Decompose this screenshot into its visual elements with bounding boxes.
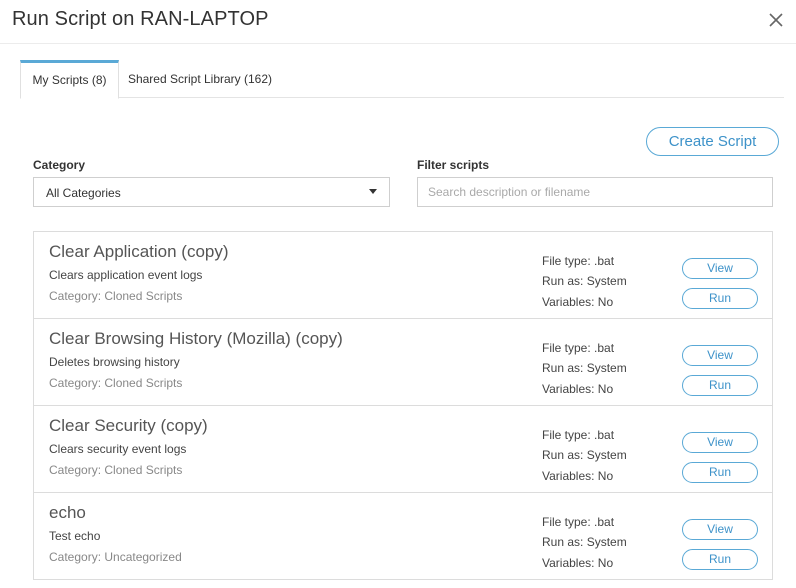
run-button[interactable]: Run (682, 375, 758, 396)
tab-shared-script-library[interactable]: Shared Script Library (162) (126, 60, 274, 98)
script-item: Clear Security (copy) Clears security ev… (34, 406, 772, 493)
view-button[interactable]: View (682, 519, 758, 540)
close-icon[interactable] (764, 8, 788, 32)
script-run-as: Run as: System (542, 448, 627, 462)
filter-scripts-label: Filter scripts (417, 158, 490, 172)
script-name: Clear Application (copy) (49, 242, 229, 261)
chevron-down-icon (369, 189, 377, 194)
script-file-type: File type: .bat (542, 341, 615, 355)
script-item: Clear Application (copy) Clears applicat… (34, 232, 772, 319)
script-file-type: File type: .bat (542, 515, 615, 529)
script-run-as: Run as: System (542, 361, 627, 375)
script-variables: Variables: No (542, 556, 614, 570)
category-label: Category (33, 158, 86, 172)
script-file-type: File type: .bat (542, 428, 615, 442)
script-run-as: Run as: System (542, 274, 627, 288)
tab-my-scripts[interactable]: My Scripts (8) (20, 60, 119, 99)
script-category: Category: Cloned Scripts (49, 463, 183, 477)
view-button[interactable]: View (682, 345, 758, 366)
script-name: Clear Browsing History (Mozilla) (copy) (49, 329, 343, 348)
view-button[interactable]: View (682, 258, 758, 279)
script-category: Category: Cloned Scripts (49, 376, 183, 390)
create-script-button[interactable]: Create Script (646, 127, 779, 156)
category-select-value: All Categories (46, 186, 121, 200)
script-file-type: File type: .bat (542, 254, 615, 268)
tab-bar: My Scripts (8) Shared Script Library (16… (20, 60, 784, 99)
script-variables: Variables: No (542, 295, 614, 309)
dialog-header: Run Script on RAN-LAPTOP (0, 0, 796, 44)
script-description: Test echo (49, 529, 101, 543)
filter-scripts-input[interactable] (417, 177, 773, 207)
run-button[interactable]: Run (682, 288, 758, 309)
category-select[interactable]: All Categories (33, 177, 390, 207)
script-item: echo Test echo Category: Uncategorized F… (34, 493, 772, 580)
script-name: echo (49, 503, 86, 522)
script-name: Clear Security (copy) (49, 416, 208, 435)
script-description: Clears security event logs (49, 442, 187, 456)
script-category: Category: Uncategorized (49, 550, 182, 564)
script-variables: Variables: No (542, 382, 614, 396)
view-button[interactable]: View (682, 432, 758, 453)
script-category: Category: Cloned Scripts (49, 289, 183, 303)
run-button[interactable]: Run (682, 549, 758, 570)
script-variables: Variables: No (542, 469, 614, 483)
dialog-title: Run Script on RAN-LAPTOP (12, 8, 269, 30)
script-description: Deletes browsing history (49, 355, 180, 369)
script-item: Clear Browsing History (Mozilla) (copy) … (34, 319, 772, 406)
run-button[interactable]: Run (682, 462, 758, 483)
script-run-as: Run as: System (542, 535, 627, 549)
script-description: Clears application event logs (49, 268, 203, 282)
script-list: Clear Application (copy) Clears applicat… (33, 231, 773, 580)
